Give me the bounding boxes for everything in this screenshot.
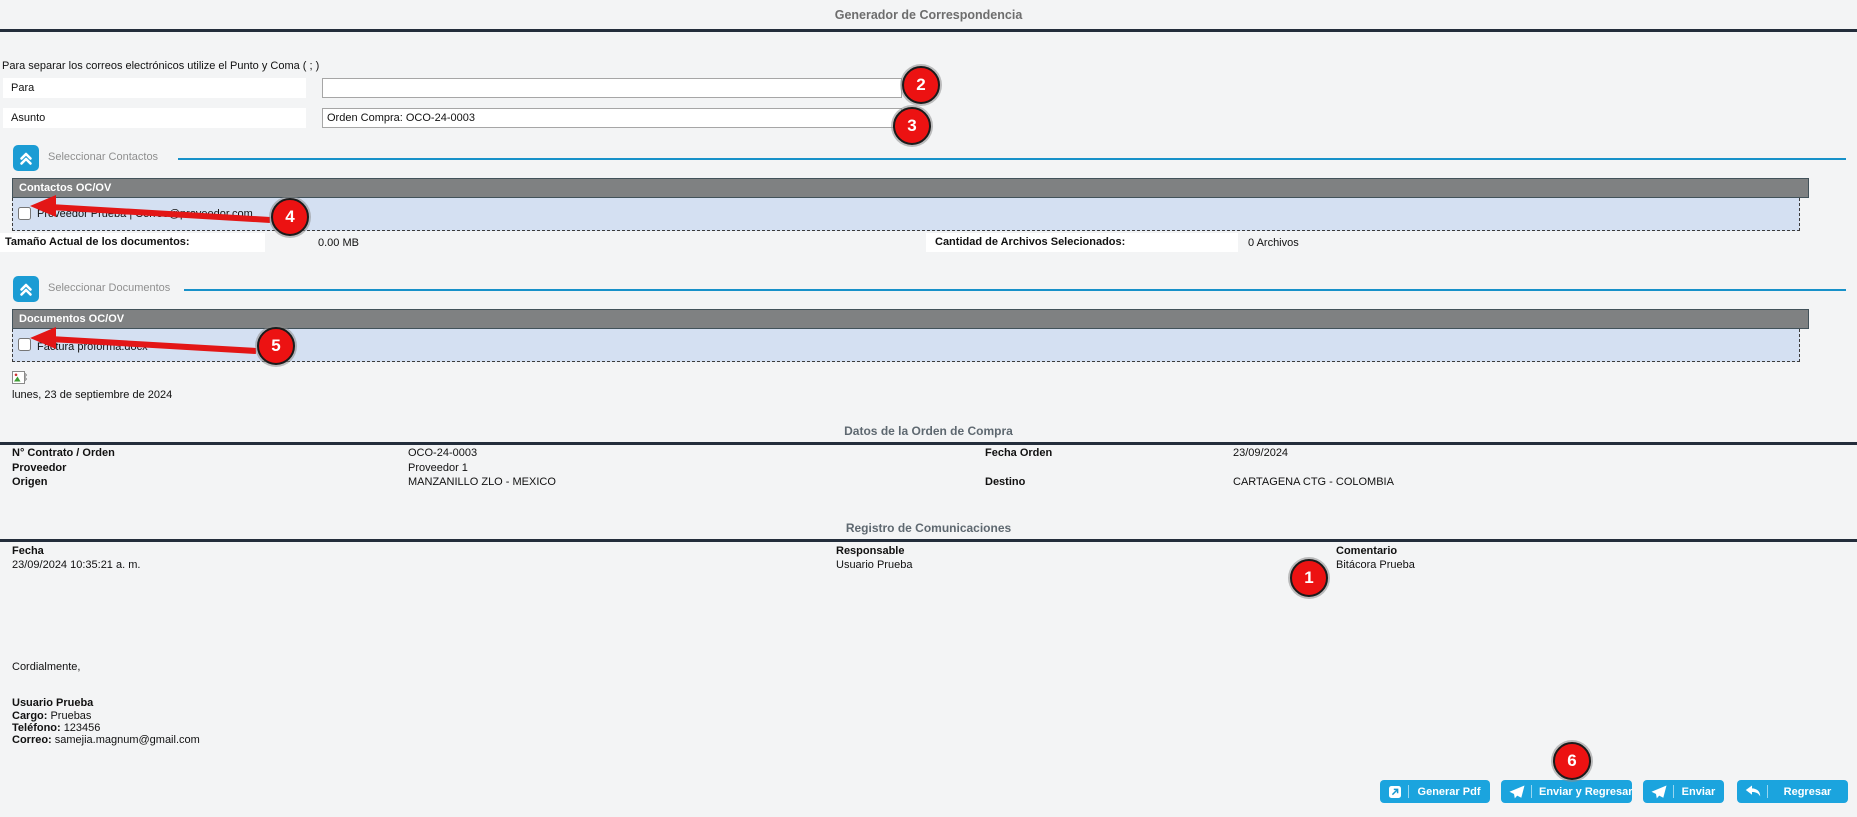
email-separator-instruction: Para separar los correos electrónicos ut…: [2, 60, 319, 72]
documents-section-rule: [184, 289, 1846, 291]
closing-line: Cordialmente,: [12, 661, 80, 673]
order-row-value: 23/09/2024: [1233, 447, 1288, 459]
return-button[interactable]: Regresar: [1737, 780, 1848, 803]
selected-files-count-label: Cantidad de Archivos Selecionados:: [926, 233, 1238, 252]
comms-row-fecha: 23/09/2024 10:35:21 a. m.: [12, 559, 140, 571]
documents-panel-header: Documentos OC/OV: [12, 309, 1809, 329]
order-row-label: Destino: [985, 476, 1025, 488]
broken-image-icon: [12, 371, 27, 389]
asunto-input[interactable]: [322, 108, 902, 128]
button-divider: [1673, 785, 1674, 798]
generate-pdf-button[interactable]: Generar Pdf: [1380, 780, 1490, 803]
button-divider: [1531, 785, 1532, 798]
documents-size-label: Tamaño Actual de los documentos:: [0, 233, 265, 252]
back-arrow-icon: [1745, 785, 1761, 798]
signature-name: Usuario Prueba: [12, 697, 93, 709]
annotation-circle-4: 4: [271, 198, 309, 236]
annotation-circle-6: 6: [1553, 742, 1591, 780]
paper-plane-icon: [1509, 785, 1525, 799]
collapse-documents-button[interactable]: [13, 276, 39, 302]
comms-header-fecha: Fecha: [12, 545, 44, 557]
order-row-label: N° Contrato / Orden: [12, 447, 115, 459]
comms-log-title: Registro de Comunicaciones: [0, 521, 1857, 535]
comms-log-divider: [0, 539, 1857, 542]
signature-correo: Correo:samejia.magnum@gmail.com: [12, 734, 200, 746]
title-divider: [0, 29, 1857, 32]
order-row-value: OCO-24-0003: [408, 447, 477, 459]
order-data-title: Datos de la Orden de Compra: [0, 424, 1857, 438]
letter-date-line: lunes, 23 de septiembre de 2024: [12, 389, 172, 401]
annotation-circle-3: 3: [893, 107, 931, 145]
documents-size-value: 0.00 MB: [318, 237, 359, 249]
asunto-label: Asunto: [3, 108, 306, 128]
correspondence-generator-page: Generador de Correspondencia Para separa…: [0, 0, 1857, 817]
page-title: Generador de Correspondencia: [0, 8, 1857, 22]
comms-row-responsable: Usuario Prueba: [836, 559, 912, 571]
contacts-section-label: Seleccionar Contactos: [48, 151, 158, 163]
comms-header-responsable: Responsable: [836, 545, 904, 557]
para-label: Para: [3, 78, 306, 98]
annotation-circle-1: 1: [1290, 559, 1328, 597]
order-row-value: CARTAGENA CTG - COLOMBIA: [1233, 476, 1394, 488]
annotation-circle-5: 5: [257, 327, 295, 365]
collapse-contacts-button[interactable]: [13, 145, 39, 171]
order-data-divider: [0, 442, 1857, 445]
contact-item-label: Proveedor Prueba | Correo@proveedor.com: [37, 208, 253, 220]
signature-cargo: Cargo:Pruebas: [12, 710, 91, 722]
order-row-label: Fecha Orden: [985, 447, 1052, 459]
button-divider: [1408, 785, 1409, 798]
contact-checkbox[interactable]: [18, 207, 31, 220]
send-button[interactable]: Enviar: [1643, 780, 1724, 803]
double-chevron-up-icon: [17, 280, 35, 298]
paper-plane-icon: [1651, 785, 1667, 799]
button-divider: [1767, 785, 1768, 798]
signature-telefono: Teléfono:123456: [12, 722, 100, 734]
document-item-label: Factura proforma.docx: [37, 341, 148, 353]
selected-files-count-value: 0 Archivos: [1248, 237, 1299, 249]
annotation-circle-2: 2: [902, 66, 940, 104]
send-and-return-button[interactable]: Enviar y Regresar: [1501, 780, 1632, 803]
pdf-export-icon: [1388, 785, 1402, 799]
comms-row-comentario: Bitácora Prueba: [1336, 559, 1415, 571]
comms-header-comentario: Comentario: [1336, 545, 1397, 557]
order-row-value: Proveedor 1: [408, 462, 468, 474]
order-row-label: Origen: [12, 476, 47, 488]
document-checkbox[interactable]: [18, 338, 31, 351]
order-row-label: Proveedor: [12, 462, 66, 474]
documents-section-label: Seleccionar Documentos: [48, 282, 170, 294]
contacts-section-rule: [178, 158, 1846, 160]
order-row-value: MANZANILLO ZLO - MEXICO: [408, 476, 556, 488]
para-input[interactable]: [322, 78, 902, 98]
double-chevron-up-icon: [17, 149, 35, 167]
contacts-panel-header: Contactos OC/OV: [12, 178, 1809, 198]
